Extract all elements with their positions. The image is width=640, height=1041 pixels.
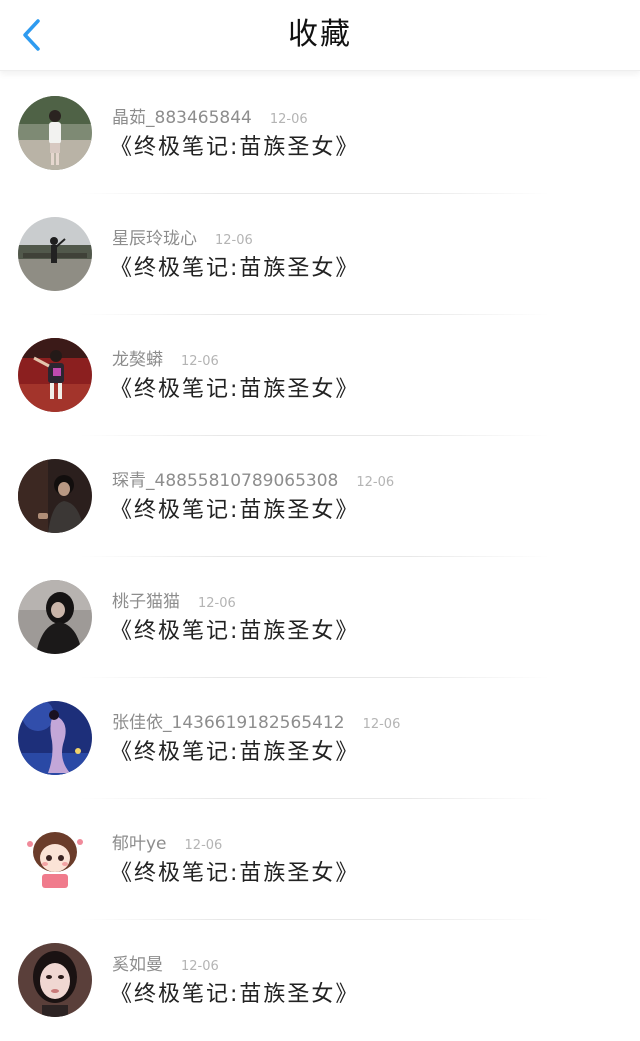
username[interactable]: 星辰玲珑心 xyxy=(112,229,197,249)
date: 12-06 xyxy=(362,717,401,732)
page-title: 收藏 xyxy=(288,17,352,52)
item-meta: 龙獒蟒 12-06 xyxy=(112,350,219,372)
book-title[interactable]: 《终极笔记:苗族圣女》 xyxy=(110,859,359,889)
username[interactable]: 晶茹_883465844 xyxy=(112,108,252,128)
book-title[interactable]: 《终极笔记:苗族圣女》 xyxy=(110,133,359,163)
book-title[interactable]: 《终极笔记:苗族圣女》 xyxy=(110,254,359,284)
item-meta: 晶茹_883465844 12-06 xyxy=(112,108,308,130)
username[interactable]: 桃子猫猫 xyxy=(112,592,180,612)
avatar[interactable] xyxy=(18,96,92,170)
header-bar: 收藏 xyxy=(0,0,640,71)
item-meta: 奚如曼 12-06 xyxy=(112,955,219,977)
book-title[interactable]: 《终极笔记:苗族圣女》 xyxy=(110,496,359,526)
item-meta: 张佳依_1436619182565412 12-06 xyxy=(112,713,400,735)
book-title[interactable]: 《终极笔记:苗族圣女》 xyxy=(110,617,359,647)
book-title[interactable]: 《终极笔记:苗族圣女》 xyxy=(110,375,359,405)
date: 12-06 xyxy=(215,233,253,248)
avatar[interactable] xyxy=(18,459,92,533)
book-title[interactable]: 《终极笔记:苗族圣女》 xyxy=(110,738,359,768)
item-meta: 郁叶ye 12-06 xyxy=(112,834,222,856)
date: 12-06 xyxy=(181,959,219,974)
item-meta: 琛青_488558107890653​08 12-06 xyxy=(112,471,394,493)
list-item[interactable]: 张佳依_1436619182565412 12-06 《终极笔记:苗族圣女》 xyxy=(0,678,640,799)
avatar[interactable] xyxy=(18,580,92,654)
username[interactable]: 琛青_488558107890653​08 xyxy=(112,471,338,491)
book-title[interactable]: 《终极笔记:苗族圣女》 xyxy=(110,980,359,1010)
list-item[interactable]: 桃子猫猫 12-06 《终极笔记:苗族圣女》 xyxy=(0,557,640,678)
list-item[interactable]: 龙獒蟒 12-06 《终极笔记:苗族圣女》 xyxy=(0,315,640,436)
avatar[interactable] xyxy=(18,217,92,291)
favorites-list: 晶茹_883465844 12-06 《终极笔记:苗族圣女》 星辰玲珑心 12-06… xyxy=(0,73,640,1041)
username[interactable]: 奚如曼 xyxy=(112,955,163,975)
username[interactable]: 张佳依_1436619182565412 xyxy=(112,713,345,733)
list-item[interactable]: 奚如曼 12-06 《终极笔记:苗族圣女》 xyxy=(0,920,640,1041)
username[interactable]: 龙獒蟒 xyxy=(112,350,163,370)
list-item[interactable]: 晶茹_883465844 12-06 《终极笔记:苗族圣女》 xyxy=(0,73,640,194)
date: 12-06 xyxy=(269,112,308,127)
avatar[interactable] xyxy=(18,338,92,412)
list-item[interactable]: 琛青_488558107890653​08 12-06 《终极笔记:苗族圣女》 xyxy=(0,436,640,557)
date: 12-06 xyxy=(184,838,223,853)
item-meta: 桃子猫猫 12-06 xyxy=(112,592,236,614)
list-item[interactable]: 星辰玲珑心 12-06 《终极笔记:苗族圣女》 xyxy=(0,194,640,315)
date: 12-06 xyxy=(356,475,395,490)
avatar[interactable] xyxy=(18,701,92,775)
avatar[interactable] xyxy=(18,943,92,1017)
date: 12-06 xyxy=(198,596,236,611)
avatar[interactable] xyxy=(18,822,92,896)
list-item[interactable]: 郁叶ye 12-06 《终极笔记:苗族圣女》 xyxy=(0,799,640,920)
date: 12-06 xyxy=(181,354,219,369)
item-meta: 星辰玲珑心 12-06 xyxy=(112,229,253,251)
username[interactable]: 郁叶ye xyxy=(112,834,167,854)
